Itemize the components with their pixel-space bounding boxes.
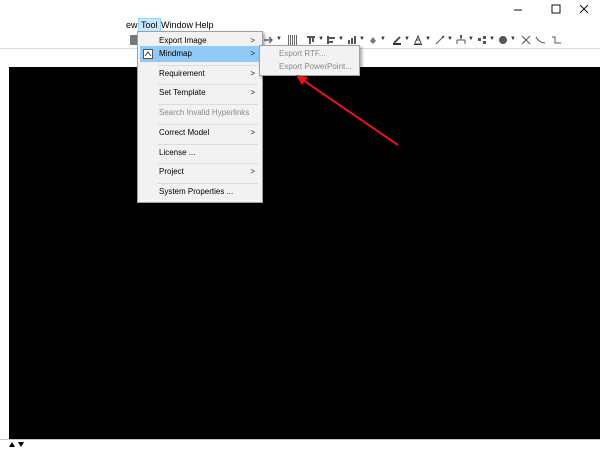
annotation-arrow: [296, 75, 399, 146]
